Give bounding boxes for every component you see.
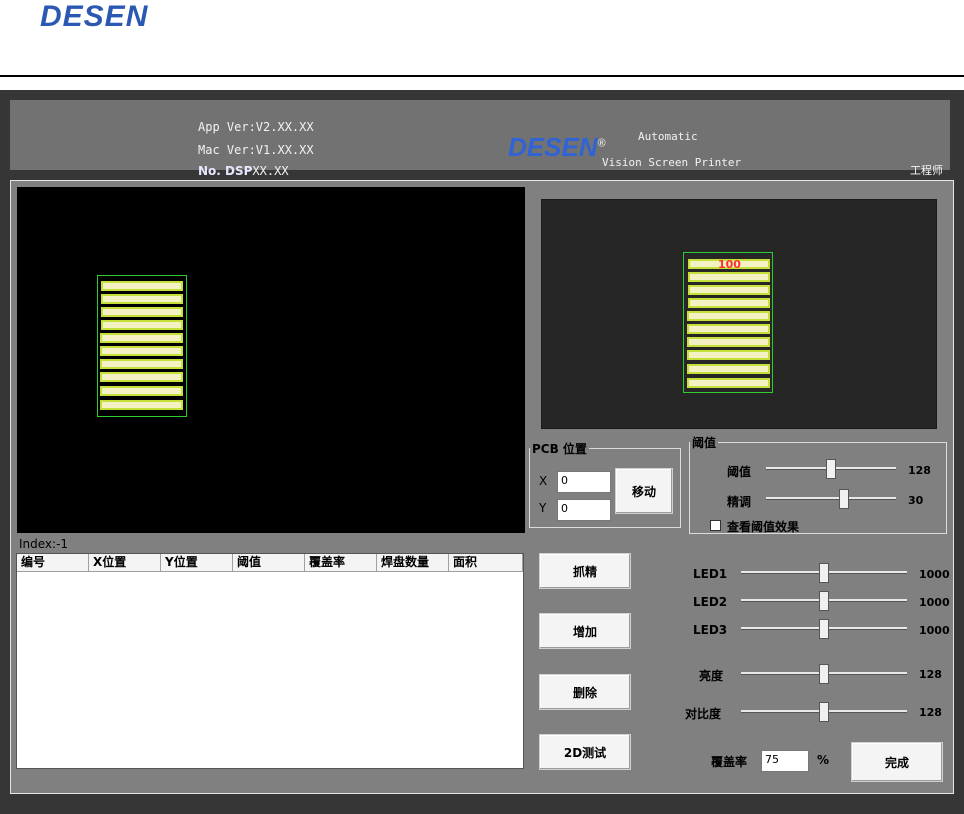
led1-slider-thumb[interactable] [819, 563, 829, 583]
pcb-x-field[interactable]: 0 [557, 471, 611, 493]
registered-mark: ® [597, 137, 606, 150]
pad [100, 372, 183, 382]
pad [688, 272, 770, 282]
threshold-legend: 阈值 [692, 436, 717, 450]
col-threshold[interactable]: 阈值 [233, 554, 305, 572]
view-threshold-label: 查看阈值效果 [727, 520, 800, 534]
led2-value: 1000 [919, 596, 950, 609]
led3-slider-thumb[interactable] [819, 619, 829, 639]
dsp-version: No. DSPXX.XX [198, 164, 289, 178]
app-logo-text: DESEN [508, 132, 598, 162]
pad [687, 350, 770, 360]
delete-button[interactable]: 删除 [539, 674, 631, 710]
brightness-label: 亮度 [699, 669, 724, 683]
index-label: Index:-1 [19, 537, 69, 551]
col-coverage[interactable]: 覆盖率 [305, 554, 377, 572]
brand-logo: DESEN [40, 0, 149, 33]
dsp-value: XX.XX [252, 164, 289, 178]
view-threshold-checkbox[interactable] [710, 520, 721, 531]
done-button[interactable]: 完成 [851, 742, 943, 782]
threshold-slider-thumb[interactable] [826, 459, 836, 479]
led1-value: 1000 [919, 568, 950, 581]
dsp-label: No. DSP [198, 164, 253, 178]
fine-tune-value: 30 [908, 494, 924, 507]
move-button[interactable]: 移动 [615, 468, 673, 514]
pad [100, 400, 183, 410]
pad [101, 294, 183, 304]
col-x[interactable]: X位置 [89, 554, 161, 572]
coverage-label: 覆盖率 [711, 755, 748, 769]
pad [101, 320, 183, 330]
table-header: 编号 X位置 Y位置 阈值 覆盖率 焊盘数量 面积 [17, 554, 523, 572]
capture-button[interactable]: 抓精 [539, 553, 631, 589]
pad [687, 378, 770, 388]
fine-tune-slider[interactable] [766, 497, 896, 500]
brightness-slider-thumb[interactable] [819, 664, 829, 684]
pad [687, 364, 770, 374]
title-bar: App Ver:V2.XX.XX Mac Ver:V1.XX.XX No. DS… [10, 100, 950, 178]
pcb-y-label: Y [539, 501, 547, 515]
mac-version: Mac Ver:V1.XX.XX [198, 143, 314, 157]
contrast-label: 对比度 [685, 707, 722, 721]
led1-label: LED1 [693, 567, 728, 581]
led2-label: LED2 [693, 595, 728, 609]
pcb-position-legend: PCB 位置 [532, 442, 587, 456]
pad [100, 333, 183, 343]
led2-slider-thumb[interactable] [819, 591, 829, 611]
coverage-unit: % [817, 753, 830, 767]
app-window: App Ver:V2.XX.XX Mac Ver:V1.XX.XX No. DS… [0, 90, 964, 814]
threshold-label: 阈值 [727, 465, 752, 479]
product-line1: Automatic [638, 130, 698, 143]
pad [100, 386, 183, 396]
header-rule [0, 75, 964, 77]
col-y[interactable]: Y位置 [161, 554, 233, 572]
pad [688, 298, 770, 308]
test-2d-button[interactable]: 2D测试 [539, 734, 631, 770]
preview-number: 100 [718, 258, 741, 271]
template-preview: 100 [541, 199, 937, 429]
add-button[interactable]: 增加 [539, 613, 631, 649]
contrast-slider-thumb[interactable] [819, 702, 829, 722]
pad [101, 281, 183, 291]
col-pad-count[interactable]: 焊盘数量 [377, 554, 449, 572]
pad [687, 337, 770, 347]
threshold-value: 128 [908, 464, 931, 477]
pcb-x-label: X [539, 474, 548, 488]
coverage-field[interactable]: 75 [761, 750, 809, 772]
pad [100, 346, 183, 356]
contrast-value: 128 [919, 706, 942, 719]
led3-label: LED3 [693, 623, 728, 637]
pad [101, 307, 183, 317]
brightness-value: 128 [919, 668, 942, 681]
col-id[interactable]: 编号 [17, 554, 89, 572]
pad [687, 324, 770, 334]
pad [688, 285, 770, 295]
app-version: App Ver:V2.XX.XX [198, 120, 314, 134]
led3-value: 1000 [919, 624, 950, 637]
pad-group[interactable] [97, 275, 187, 417]
fine-tune-label: 精调 [727, 495, 752, 509]
preview-pad-group: 100 [683, 252, 773, 393]
user-role: 工程师 [910, 164, 943, 177]
product-line2: Vision Screen Printer [602, 156, 742, 169]
col-area[interactable]: 面积 [449, 554, 523, 572]
pcb-y-field[interactable]: 0 [557, 499, 611, 521]
app-logo: DESEN® [508, 132, 606, 163]
pad-table[interactable]: 编号 X位置 Y位置 阈值 覆盖率 焊盘数量 面积 [16, 553, 524, 769]
pad [100, 359, 183, 369]
camera-view[interactable] [17, 187, 525, 533]
fine-tune-slider-thumb[interactable] [839, 489, 849, 509]
pad [687, 311, 770, 321]
main-panel: 100 Index:-1 编号 X位置 Y位置 阈值 覆盖率 焊盘数量 面积 P… [10, 180, 954, 794]
